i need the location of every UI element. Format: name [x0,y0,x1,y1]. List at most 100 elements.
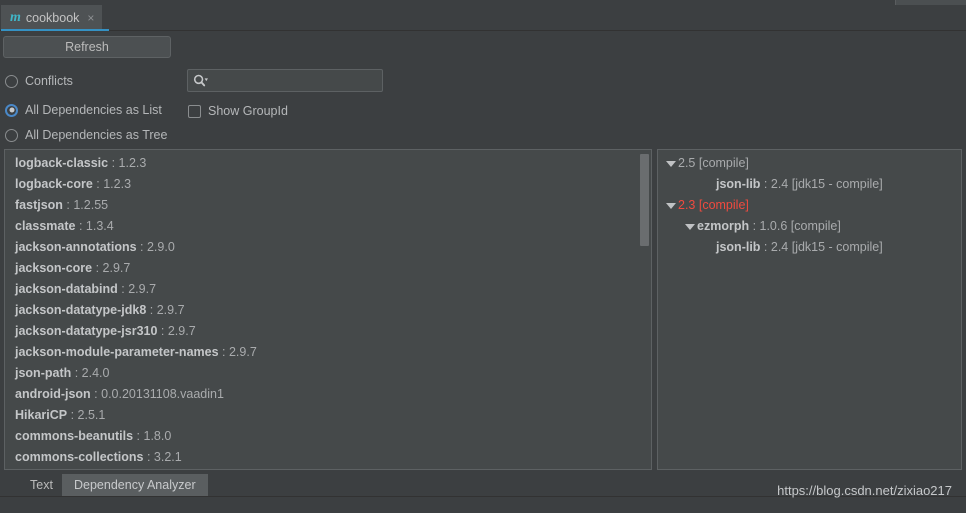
dependency-list-item[interactable]: jackson-datatype-jdk8 : 2.9.7 [5,300,651,321]
dependency-version: 3.2.1 [153,450,182,464]
watermark: https://blog.csdn.net/zixiao217 [777,483,952,498]
dependency-separator: : [90,387,102,401]
checkbox-indicator [188,104,201,118]
dependency-version: 2.9.7 [102,261,131,275]
tree-node-conflict[interactable]: 2.3 [compile] [658,195,961,216]
tree-node-detail: : 2.4 [jdk15 - compile] [760,240,883,254]
tree-node-label: ezmorph : 1.0.6 [compile] [697,216,841,237]
dependency-artifact-name: jackson-module-parameter-names [15,345,219,359]
expand-triangle-icon[interactable] [663,202,678,209]
dependency-list-item[interactable]: commons-beanutils : 1.8.0 [5,426,651,447]
dependency-separator: : [146,303,157,317]
list-scrollbar-track[interactable] [640,151,650,468]
dependency-separator: : [136,240,147,254]
dependency-list-panel[interactable]: logback-classic : 1.2.3 logback-core : 1.… [4,149,652,470]
dependency-separator: : [92,177,104,191]
dependency-artifact-name: jackson-datatype-jdk8 [15,303,147,317]
dependency-list-item[interactable]: logback-classic : 1.2.3 [5,153,651,174]
dependency-artifact-name: commons-beanutils [15,429,134,443]
dependency-version: 2.5.1 [77,408,106,422]
dependency-separator: : [117,282,129,296]
dependency-separator: : [62,198,74,212]
dependency-list[interactable]: logback-classic : 1.2.3 logback-core : 1.… [5,153,651,469]
dependency-artifact-name: android-json [15,387,91,401]
dependency-list-item[interactable]: jackson-datatype-jsr310 : 2.9.7 [5,321,651,342]
tree-artifact-name: ezmorph [697,219,750,233]
checkbox-label: Show GroupId [208,104,288,118]
expand-triangle-icon[interactable] [663,160,678,167]
dependency-version: 2.4.0 [81,366,110,380]
dependency-list-item[interactable]: commons-collections : 3.2.1 [5,447,651,468]
dependency-artifact-name: jackson-core [15,261,93,275]
expand-triangle-icon[interactable] [682,223,697,230]
radio-indicator [5,128,18,142]
tree-node-label: 2.3 [compile] [678,195,749,216]
dependency-artifact-name: jackson-annotations [15,240,137,254]
dependency-separator: : [108,156,119,170]
tab-active-underline [1,29,109,31]
dependency-separator: : [133,429,144,443]
dependency-separator: : [67,408,78,422]
triangle-down-icon [665,202,676,209]
tree-node[interactable]: json-lib : 2.4 [jdk15 - compile] [658,237,961,258]
tree-node[interactable]: 2.5 [compile] [658,153,961,174]
dependency-artifact-name: json-path [15,366,72,380]
dependency-artifact-name: jackson-databind [15,282,118,296]
dependency-separator: : [218,345,229,359]
dependency-version: 2.9.0 [146,240,175,254]
dependency-version: 2.9.7 [128,282,157,296]
dependency-artifact-name: logback-core [15,177,93,191]
dependency-version: 0.0.20131108.vaadin1 [101,387,224,401]
radio-all-dependencies-as-list[interactable]: All Dependencies as List [5,103,162,117]
dependency-list-item[interactable]: json-path : 2.4.0 [5,363,651,384]
radio-all-dependencies-as-tree[interactable]: All Dependencies as Tree [5,128,167,142]
dependency-version: 2.9.7 [167,324,196,338]
close-icon[interactable]: × [87,12,94,24]
maven-dependency-analyzer-window: m cookbook × Refresh Conflicts All Depen… [0,0,966,513]
dependency-version: 1.8.0 [143,429,172,443]
tab-text[interactable]: Text [18,474,65,496]
radio-indicator [5,74,18,88]
dependency-tree-panel[interactable]: 2.5 [compile] json-lib : 2.4 [jdk15 - com… [657,149,962,470]
tree-node-detail: 2.3 [compile] [678,198,749,212]
checkbox-show-groupid[interactable]: Show GroupId [188,104,288,118]
dependency-artifact-name: fastjson [15,198,63,212]
tab-cookbook[interactable]: m cookbook × [1,5,103,30]
search-input[interactable] [187,69,383,92]
dependency-list-item[interactable]: jackson-annotations : 2.9.0 [5,237,651,258]
dependency-tree[interactable]: 2.5 [compile] json-lib : 2.4 [jdk15 - com… [658,153,961,469]
radio-label: All Dependencies as Tree [25,128,168,142]
dependency-list-item[interactable]: classmate : 1.3.4 [5,216,651,237]
dependency-version: 2.9.7 [156,303,185,317]
dependency-separator: : [75,219,86,233]
dependency-list-item[interactable]: jackson-module-parameter-names : 2.9.7 [5,342,651,363]
dependency-separator: : [71,366,82,380]
tree-artifact-name: json-lib [716,240,761,254]
dependency-version: 1.3.4 [85,219,114,233]
dependency-artifact-name: logback-classic [15,156,109,170]
dependency-list-item[interactable]: logback-core : 1.2.3 [5,174,651,195]
editor-tab-bar: m cookbook × [0,5,966,31]
dependency-list-item[interactable]: jackson-databind : 2.9.7 [5,279,651,300]
dependency-artifact-name: commons-collections [15,450,144,464]
tree-node-label: json-lib : 2.4 [jdk15 - compile] [716,174,883,195]
tree-node[interactable]: ezmorph : 1.0.6 [compile] [658,216,961,237]
tab-dependency-analyzer[interactable]: Dependency Analyzer [62,474,208,496]
tree-node-label: json-lib : 2.4 [jdk15 - compile] [716,237,883,258]
tab-label: cookbook [25,10,80,25]
dependency-version: 1.2.3 [118,156,147,170]
refresh-button[interactable]: Refresh [3,36,171,58]
tree-node[interactable]: json-lib : 2.4 [jdk15 - compile] [658,174,961,195]
dependency-list-item[interactable]: fastjson : 1.2.55 [5,195,651,216]
radio-conflicts[interactable]: Conflicts [5,74,73,88]
dependency-list-item[interactable]: jackson-core : 2.9.7 [5,258,651,279]
triangle-down-icon [665,160,676,167]
dependency-separator: : [143,450,154,464]
radio-label: Conflicts [25,74,73,88]
dependency-list-item[interactable]: HikariCP : 2.5.1 [5,405,651,426]
maven-m-icon: m [10,9,21,25]
dependency-list-item[interactable]: android-json : 0.0.20131108.vaadin1 [5,384,651,405]
list-scrollbar-thumb[interactable] [640,154,649,246]
tree-node-detail: 2.5 [compile] [678,156,749,170]
dependency-version: 2.9.7 [228,345,257,359]
